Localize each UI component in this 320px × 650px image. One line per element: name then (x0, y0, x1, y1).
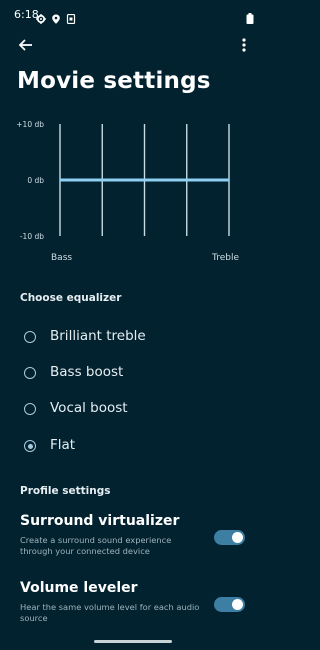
equalizer-option-label: Bass boost (50, 364, 124, 380)
equalizer-option-label: Flat (50, 437, 76, 453)
radio-button[interactable] (24, 403, 36, 415)
surround-virtualizer-toggle[interactable] (214, 530, 245, 545)
setting-description: Create a surround sound experience throu… (20, 535, 172, 556)
status-time: 6:18 (14, 8, 39, 21)
radio-dot (27, 443, 33, 449)
more-options-button[interactable] (234, 35, 254, 55)
equalizer-option-label: Brilliant treble (50, 328, 146, 344)
y-tick-label: 0 db (27, 176, 44, 185)
gear-icon (36, 9, 46, 24)
radio-button[interactable] (24, 440, 36, 452)
battery-icon (246, 9, 254, 24)
status-bar: 6:18 (0, 0, 266, 30)
setting-volume-leveler[interactable]: Volume leveler Hear the same volume leve… (0, 580, 266, 636)
x-axis-label: Treble (211, 253, 239, 263)
location-icon (51, 9, 61, 24)
toggle-knob (232, 532, 243, 543)
y-tick-label: +10 db (16, 120, 44, 129)
setting-title: Volume leveler (20, 580, 138, 596)
volume-leveler-toggle[interactable] (214, 597, 245, 612)
equalizer-option-vocal-boost[interactable]: Vocal boost (0, 393, 266, 427)
back-button[interactable] (16, 35, 36, 55)
y-tick-label: -10 db (20, 232, 44, 241)
profile-section-label: Profile settings (20, 485, 111, 497)
page-title: Movie settings (17, 68, 211, 94)
gesture-home-indicator[interactable] (94, 640, 172, 643)
radio-button[interactable] (24, 367, 36, 379)
radio-button[interactable] (24, 331, 36, 343)
equalizer-option-bass-boost[interactable]: Bass boost (0, 357, 266, 391)
equalizer-option-label: Vocal boost (50, 400, 128, 416)
screenshot-icon (66, 9, 76, 25)
back-arrow-icon (18, 39, 32, 51)
setting-description: Hear the same volume level for each audi… (20, 602, 200, 623)
toggle-knob (232, 599, 243, 610)
top-app-bar (0, 30, 266, 60)
more-vert-icon (242, 38, 246, 52)
setting-surround-virtualizer[interactable]: Surround virtualizer Create a surround s… (0, 513, 266, 569)
equalizer-section-label: Choose equalizer (20, 292, 122, 304)
equalizer-option-flat[interactable]: Flat (0, 430, 266, 464)
equalizer-option-brilliant-treble[interactable]: Brilliant treble (0, 321, 266, 355)
equalizer-chart[interactable]: +10 db 0 db -10 db Bass Treble (0, 112, 266, 272)
x-axis-label: Bass (51, 253, 72, 263)
setting-title: Surround virtualizer (20, 513, 180, 529)
